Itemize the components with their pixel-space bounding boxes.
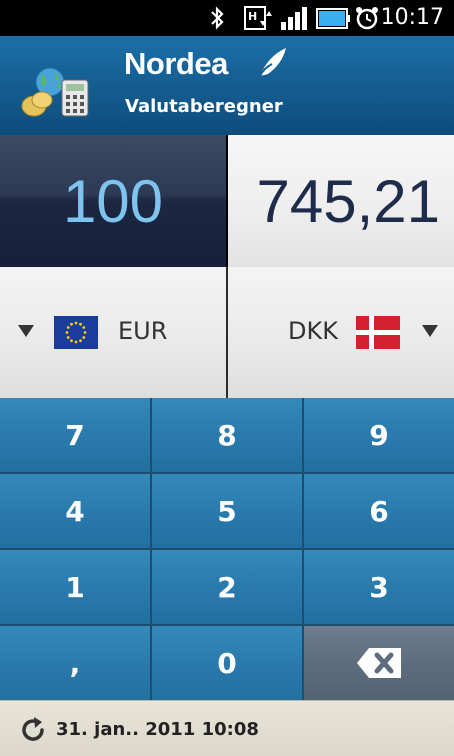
to-amount-value: 745,21 (256, 168, 440, 235)
page-title: Valutaberegner (125, 96, 283, 117)
footer-bar: 31. jan.. 2011 10:08 (0, 700, 454, 756)
to-currency-code: DKK (288, 317, 338, 345)
key-7[interactable]: 7 (0, 398, 150, 472)
key-0[interactable]: 0 (152, 626, 302, 700)
status-time: 10:17 (380, 5, 444, 30)
refresh-icon[interactable] (20, 716, 48, 744)
key-4[interactable]: 4 (0, 474, 150, 548)
currency-row: EUR DKK (0, 267, 454, 398)
key-comma[interactable]: , (0, 626, 150, 700)
currency-calculator-icon (21, 67, 89, 117)
keypad: 7 8 9 4 5 6 1 2 3 , 0 (0, 398, 454, 700)
dk-flag-icon (356, 316, 400, 349)
svg-text:H: H (248, 10, 257, 23)
amount-row: 100 745,21 (0, 135, 454, 267)
key-2[interactable]: 2 (152, 550, 302, 624)
battery-icon (316, 8, 350, 29)
key-9[interactable]: 9 (304, 398, 454, 472)
eu-flag-icon (54, 316, 98, 349)
key-3[interactable]: 3 (304, 550, 454, 624)
key-1[interactable]: 1 (0, 550, 150, 624)
dropdown-arrow-icon (18, 325, 34, 337)
backspace-icon (357, 648, 401, 678)
from-amount-field[interactable]: 100 (0, 135, 226, 267)
key-6[interactable]: 6 (304, 474, 454, 548)
from-amount-value: 100 (62, 168, 164, 235)
key-8[interactable]: 8 (152, 398, 302, 472)
from-currency-selector[interactable]: EUR (0, 267, 226, 398)
alarm-icon (356, 7, 378, 30)
from-currency-code: EUR (118, 317, 168, 345)
key-5[interactable]: 5 (152, 474, 302, 548)
nordea-sail-icon (259, 48, 286, 77)
last-updated-date: 31. jan.. 2011 10:08 (56, 719, 259, 740)
to-currency-selector[interactable]: DKK (228, 267, 454, 398)
dropdown-arrow-icon (422, 325, 438, 337)
hsdpa-icon: H (244, 6, 272, 30)
brand-name: Nordea (124, 46, 228, 81)
brand-logo: Nordea (124, 46, 228, 82)
backspace-button[interactable] (304, 626, 454, 700)
bluetooth-icon (211, 6, 224, 30)
signal-icon (281, 7, 307, 30)
status-bar: H 10:17 (0, 0, 454, 36)
to-amount-field[interactable]: 745,21 (228, 135, 454, 267)
